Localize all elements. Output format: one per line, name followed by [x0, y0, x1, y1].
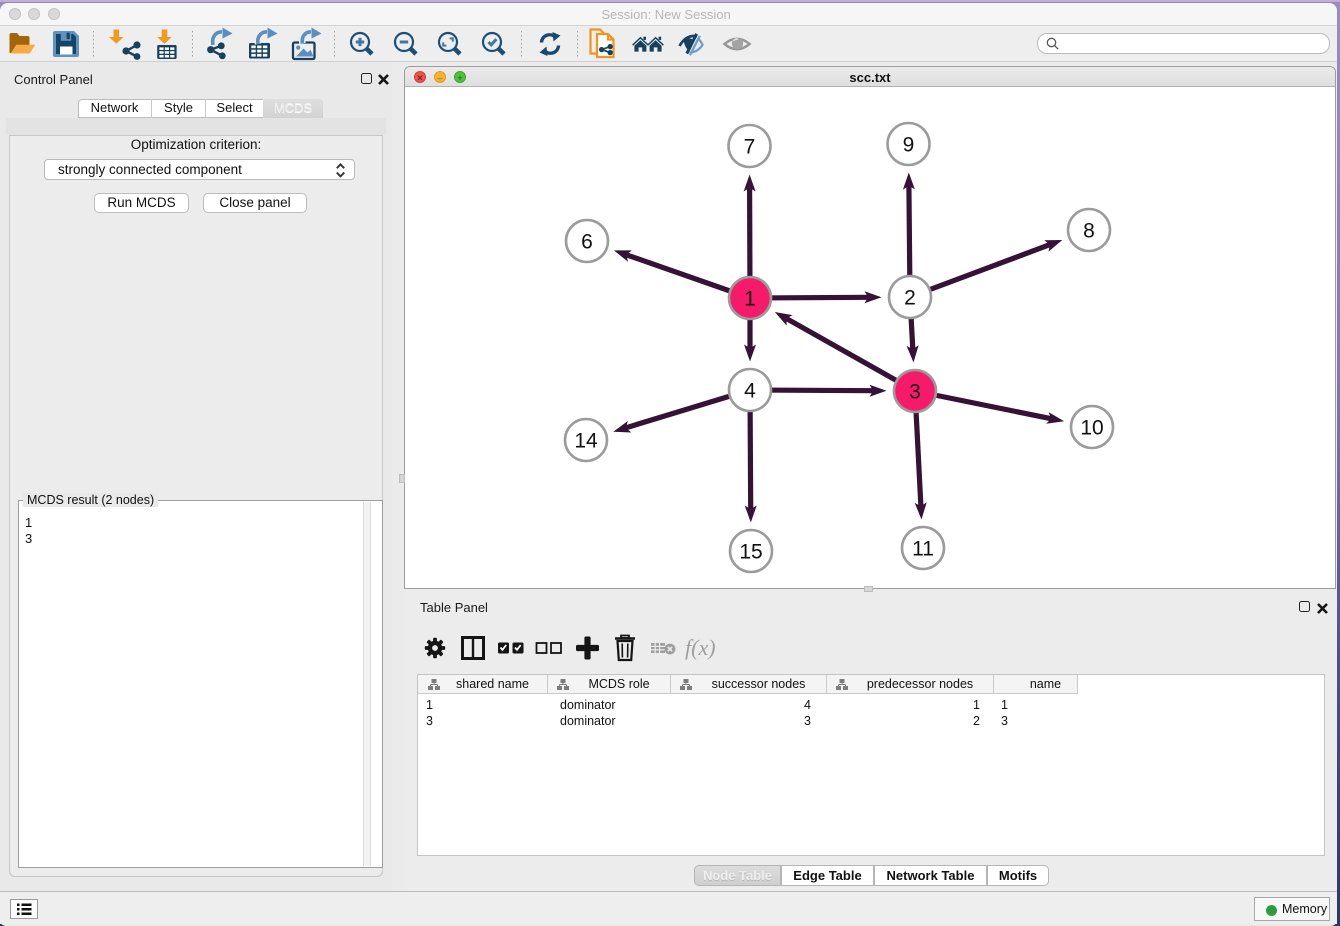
svg-text:14: 14 [574, 430, 598, 453]
svg-text:2: 2 [904, 287, 916, 310]
svg-text:8: 8 [1083, 220, 1095, 243]
svg-text:9: 9 [903, 134, 915, 157]
svg-text:3: 3 [909, 381, 921, 404]
svg-text:7: 7 [744, 136, 756, 159]
svg-text:1: 1 [744, 288, 756, 311]
svg-text:6: 6 [581, 231, 593, 254]
svg-text:11: 11 [912, 538, 934, 561]
svg-text:10: 10 [1080, 417, 1103, 440]
svg-text:f(x): f(x) [685, 635, 716, 660]
svg-text:15: 15 [739, 541, 762, 564]
svg-text:4: 4 [744, 380, 756, 403]
